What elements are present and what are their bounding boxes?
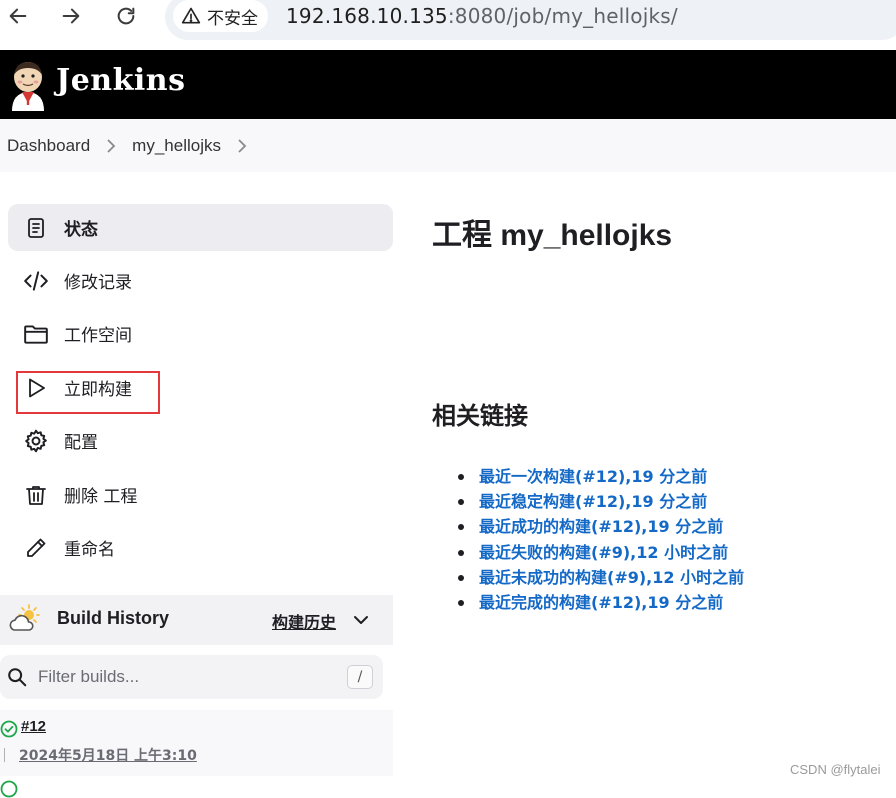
related-links-title: 相关链接 [432, 402, 528, 430]
build-now-highlight [16, 371, 160, 414]
status-icon [22, 214, 50, 242]
url-path: :8080/job/my_hellojks/ [447, 4, 678, 28]
search-icon [8, 668, 27, 687]
warning-icon [181, 7, 201, 24]
browser-toolbar: 不安全 192.168.10.135:8080/job/my_hellojks/ [0, 0, 896, 46]
sidebar-item-label: 重命名 [64, 540, 115, 560]
sidebar-item-delete[interactable]: 删除 工程 [8, 471, 393, 518]
sidebar-item-label: 修改记录 [64, 273, 132, 293]
permalink-last-successful-build[interactable]: 最近成功的构建(#12),19 分之前 [479, 517, 723, 536]
arrow-right-icon [62, 8, 80, 24]
list-item: 最近未成功的构建(#9),12 小时之前 [458, 565, 744, 590]
permalink-last-failed-build[interactable]: 最近失败的构建(#9),12 小时之前 [479, 543, 728, 562]
sidebar-item-label: 工作空间 [64, 326, 132, 346]
jenkins-header: Jenkins [0, 50, 896, 119]
permalink-last-completed-build[interactable]: 最近完成的构建(#12),19 分之前 [479, 593, 723, 612]
trash-icon [22, 481, 50, 509]
back-button[interactable] [4, 2, 32, 30]
url-host: 192.168.10.135 [286, 4, 448, 28]
build-timestamp-link[interactable]: 2024年5月18日 上午3:10 [19, 745, 197, 765]
security-label: 不安全 [207, 8, 258, 29]
sidebar-item-status[interactable]: 状态 [8, 204, 393, 251]
permalink-last-build[interactable]: 最近一次构建(#12),19 分之前 [479, 467, 707, 486]
breadcrumb-job[interactable]: my_hellojks [132, 136, 221, 156]
build-row[interactable]: #12 2024年5月18日 上午3:10 [0, 710, 393, 776]
build-row-partial[interactable] [0, 778, 393, 798]
breadcrumb-dashboard[interactable]: Dashboard [7, 136, 90, 156]
weather-partly-cloudy-icon [9, 604, 40, 631]
watermark: CSDN @flytalei [790, 762, 881, 777]
list-item: 最近完成的构建(#12),19 分之前 [458, 590, 744, 615]
success-check-icon [0, 720, 18, 738]
chevron-down-icon[interactable] [350, 609, 372, 631]
folder-icon [22, 320, 50, 348]
list-item: 最近失败的构建(#9),12 小时之前 [458, 540, 744, 565]
list-item: 最近稳定构建(#12),19 分之前 [458, 489, 744, 514]
page-title: 工程 my_hellojks [432, 219, 673, 252]
permalink-last-stable-build[interactable]: 最近稳定构建(#12),19 分之前 [479, 492, 707, 511]
brand-name[interactable]: Jenkins [56, 63, 185, 98]
list-item: 最近成功的构建(#12),19 分之前 [458, 514, 744, 539]
security-indicator[interactable]: 不安全 [173, 0, 268, 32]
build-history-header: Build History 构建历史 [0, 595, 393, 645]
build-number-link[interactable]: #12 [21, 718, 46, 735]
sidebar-item-configure[interactable]: 配置 [8, 417, 393, 464]
url-text[interactable]: 192.168.10.135:8080/job/my_hellojks/ [286, 1, 678, 31]
success-check-icon [0, 780, 18, 798]
arrow-left-icon [9, 8, 27, 24]
sidebar-item-label: 配置 [64, 433, 98, 453]
build-history-title: Build History [57, 608, 170, 628]
build-filter: / [0, 655, 383, 699]
sidebar-item-label: 状态 [64, 220, 98, 240]
jenkins-logo-icon[interactable] [8, 59, 48, 111]
sidebar-item-workspace[interactable]: 工作空间 [8, 310, 393, 357]
list-item: 最近一次构建(#12),19 分之前 [458, 464, 744, 489]
reload-button[interactable] [112, 2, 140, 30]
build-divider [4, 748, 5, 762]
code-icon [22, 267, 50, 295]
related-links-list: 最近一次构建(#12),19 分之前 最近稳定构建(#12),19 分之前 最近… [458, 464, 744, 615]
sidebar-item-label: 删除 工程 [64, 487, 138, 507]
sidebar-item-rename[interactable]: 重命名 [8, 524, 393, 571]
forward-button[interactable] [57, 2, 85, 30]
reload-icon [117, 7, 135, 25]
build-trend-link[interactable]: 构建历史 [272, 609, 336, 633]
filter-builds-input[interactable] [38, 663, 328, 691]
sidebar-item-changes[interactable]: 修改记录 [8, 257, 393, 304]
keyboard-shortcut-hint: / [347, 665, 373, 689]
chevron-right-icon[interactable] [237, 138, 247, 153]
pencil-icon [22, 534, 50, 562]
breadcrumb: Dashboard my_hellojks [0, 119, 896, 172]
permalink-last-unsuccessful-build[interactable]: 最近未成功的构建(#9),12 小时之前 [479, 568, 744, 587]
main-content: 工程 my_hellojks 相关链接 最近一次构建(#12),19 分之前 最… [430, 172, 896, 787]
chevron-right-icon [106, 138, 116, 153]
gear-icon [22, 427, 50, 455]
